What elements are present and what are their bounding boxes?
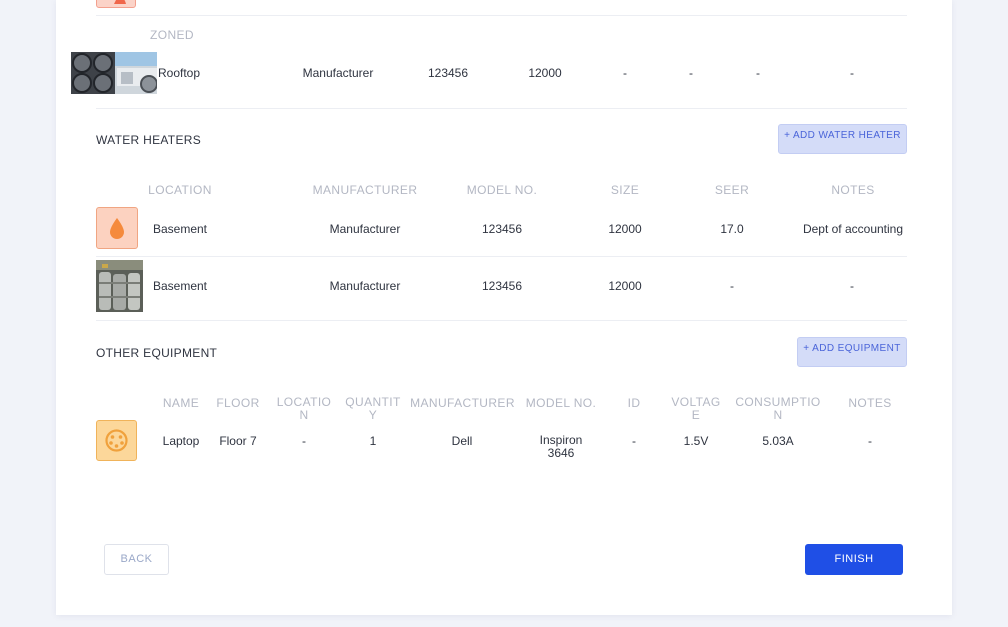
rooftop-notes: -	[850, 66, 854, 80]
water-heater-photo	[96, 260, 143, 312]
back-button-label: BACK	[120, 553, 153, 565]
rooftop-unit-photo	[71, 52, 157, 94]
back-button[interactable]: BACK	[104, 544, 169, 575]
oe-row1-notes: -	[868, 434, 872, 448]
wh-header-location: LOCATION	[148, 183, 212, 197]
oe-header-manufacturer: MANUFACTURER	[410, 396, 515, 410]
wh-row2-notes: -	[850, 279, 854, 293]
oe-header-name: NAME	[162, 396, 200, 410]
equipment-card	[56, 0, 952, 615]
finish-button-label: FINISH	[834, 553, 874, 565]
oe-row1-location: -	[302, 434, 306, 448]
oe-row1-id: -	[632, 434, 636, 448]
wh-row1-size: 12000	[608, 222, 642, 236]
wh-row1-location: Basement	[152, 222, 208, 236]
wh-row2-manufacturer: Manufacturer	[329, 279, 401, 293]
wh-row2-location: Basement	[152, 279, 208, 293]
oe-header-consumption: CONSUMPTIO N	[735, 395, 821, 422]
wh-header-manufacturer: MANUFACTURER	[312, 183, 418, 197]
wh-row2-model-no: 123456	[481, 279, 523, 293]
oe-header-floor: FLOOR	[216, 396, 260, 410]
divider	[96, 108, 907, 109]
rooftop-col5: -	[623, 66, 627, 80]
wh-row1-notes: Dept of accounting	[802, 222, 904, 236]
wh-row1-model-no: 123456	[481, 222, 523, 236]
rooftop-model-no: 123456	[427, 66, 469, 80]
oe-row1-quantity: 1	[369, 434, 377, 448]
wh-header-size: SIZE	[610, 183, 640, 197]
wh-row1-seer: 17.0	[720, 222, 744, 236]
oe-header-voltage: VOLTAG E	[671, 395, 721, 422]
wh-header-seer: SEER	[714, 183, 750, 197]
water-heaters-title: WATER HEATERS	[96, 133, 202, 147]
finish-button[interactable]: FINISH	[805, 544, 903, 575]
rooftop-manufacturer: Manufacturer	[302, 66, 374, 80]
oe-header-quantity: QUANTIT Y	[345, 395, 401, 422]
wh-row2-seer: -	[730, 279, 734, 293]
rooftop-size: 12000	[528, 66, 562, 80]
oe-header-id: ID	[627, 396, 641, 410]
partial-icon	[96, 0, 136, 8]
add-equipment-label: + ADD EQUIPMENT	[803, 343, 901, 354]
water-drop-icon	[96, 207, 138, 249]
oe-row1-consumption: 5.03A	[762, 434, 794, 448]
divider	[96, 320, 907, 321]
wh-row2-size: 12000	[608, 279, 642, 293]
oe-row1-model-no: Inspiron 3646	[539, 433, 583, 460]
add-water-heater-label: + ADD WATER HEATER	[784, 130, 901, 141]
oe-row1-floor: Floor 7	[219, 434, 257, 448]
oe-header-model-no: MODEL NO.	[525, 396, 597, 410]
rooftop-location: Rooftop	[158, 66, 201, 80]
rooftop-col6: -	[689, 66, 693, 80]
outlet-icon	[96, 420, 137, 461]
add-equipment-button[interactable]: + ADD EQUIPMENT	[797, 337, 907, 367]
oe-row1-manufacturer: Dell	[451, 434, 473, 448]
oe-row1-name: Laptop	[162, 434, 200, 448]
add-water-heater-button[interactable]: + ADD WATER HEATER	[778, 124, 907, 154]
wh-header-model-no: MODEL NO.	[466, 183, 538, 197]
divider	[96, 15, 907, 16]
divider	[96, 256, 907, 257]
other-equipment-title: OTHER EQUIPMENT	[96, 346, 218, 360]
oe-header-notes: NOTES	[848, 396, 892, 410]
oe-row1-voltage: 1.5V	[683, 434, 709, 448]
wh-header-notes: NOTES	[831, 183, 875, 197]
wh-row1-manufacturer: Manufacturer	[329, 222, 401, 236]
oe-header-location: LOCATIO N	[276, 395, 332, 422]
rooftop-col7: -	[756, 66, 760, 80]
zoned-header: ZONED	[150, 28, 194, 42]
